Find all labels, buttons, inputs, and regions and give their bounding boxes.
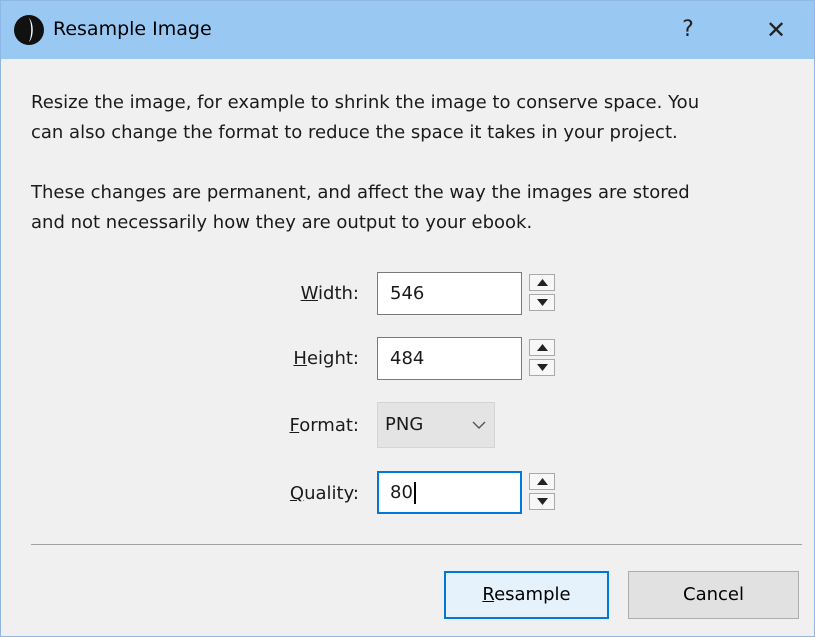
arrow-down-icon [537,299,548,306]
quality-label-mnemonic: Q [289,483,305,504]
width-input[interactable]: 546 [377,272,522,315]
cancel-button[interactable]: Cancel [628,571,799,619]
resample-button[interactable]: Resample [444,571,609,619]
width-label-mnemonic: W [300,283,319,304]
footer-divider [31,544,802,545]
height-label-mnemonic: H [293,348,307,369]
height-label-text: eight: [306,348,359,369]
height-label: Height: [249,347,359,371]
height-input[interactable]: 484 [377,337,522,380]
description-paragraph-2: These changes are permanent, and affect … [31,178,801,238]
description-line: and not necessarily how they are output … [31,212,533,233]
resample-button-mnemonic: R [482,584,495,605]
format-select-value: PNG [385,414,424,435]
width-label-text: idth: [318,283,359,304]
width-spinner[interactable] [529,274,557,312]
arrow-down-icon [537,364,548,371]
quality-input[interactable]: 80 [377,471,522,514]
quality-spinner[interactable] [529,473,557,511]
chevron-down-icon [472,421,486,429]
description-paragraph-1: Resize the image, for example to shrink … [31,88,801,148]
arrow-down-icon [537,498,548,505]
resample-image-dialog: Resample Image ? ✕ Resize the image, for… [0,0,815,637]
width-decrement-button[interactable] [529,294,555,311]
arrow-up-icon [537,344,548,351]
quality-decrement-button[interactable] [529,493,555,510]
format-select[interactable]: PNG [377,402,495,448]
title-bar[interactable]: Resample Image ? ✕ [1,1,814,59]
text-caret [413,482,416,504]
help-button[interactable]: ? [668,11,708,49]
description-line: can also change the format to reduce the… [31,122,678,143]
resample-button-label: esample [494,584,571,605]
height-spinner[interactable] [529,339,557,377]
quality-input-value: 80 [390,482,413,503]
height-decrement-button[interactable] [529,359,555,376]
app-logo-icon [14,15,44,45]
arrow-up-icon [537,478,548,485]
window-title: Resample Image [53,18,212,40]
quality-label-text: uality: [304,483,359,504]
format-label: Format: [249,414,359,438]
quality-label: Quality: [249,482,359,506]
description-line: Resize the image, for example to shrink … [31,92,700,113]
format-label-mnemonic: F [289,415,300,436]
format-label-text: ormat: [299,415,359,436]
width-increment-button[interactable] [529,274,555,291]
arrow-up-icon [537,279,548,286]
height-increment-button[interactable] [529,339,555,356]
description-line: These changes are permanent, and affect … [31,182,690,203]
width-label: Width: [249,282,359,306]
close-button[interactable]: ✕ [751,11,801,49]
quality-increment-button[interactable] [529,473,555,490]
